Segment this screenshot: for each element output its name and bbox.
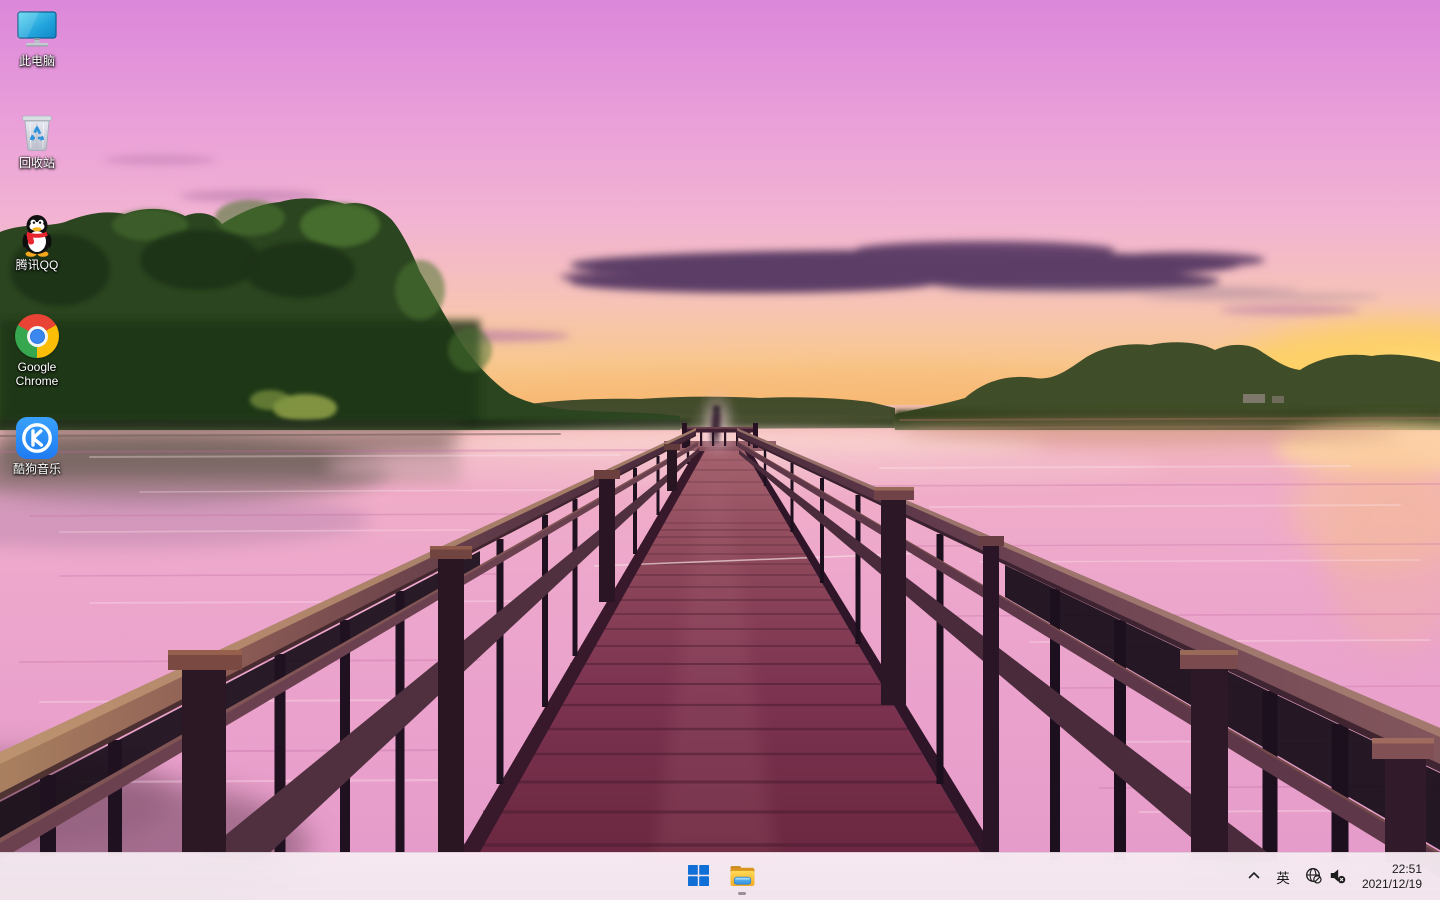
desktop-icon-kugou-music[interactable]: 酷狗音乐 bbox=[0, 414, 74, 508]
desktop-wallpaper bbox=[0, 0, 1440, 900]
kugou-k-icon bbox=[13, 414, 61, 462]
file-explorer-button[interactable] bbox=[722, 857, 762, 897]
explorer-running-indicator bbox=[738, 892, 746, 895]
windows-desktop: { "desktop": { "icons": [ { "id": "this-… bbox=[0, 0, 1440, 900]
monitor-icon bbox=[13, 6, 61, 54]
ime-indicator[interactable]: 英 bbox=[1268, 857, 1298, 897]
tray-time: 22:51 bbox=[1392, 862, 1422, 877]
desktop-icon-recycle-bin[interactable]: 回收站 bbox=[0, 108, 74, 202]
qq-penguin-icon bbox=[13, 210, 61, 258]
recycle-bin-icon bbox=[13, 108, 61, 156]
tray-chevron-button[interactable] bbox=[1240, 857, 1268, 897]
clock[interactable]: 22:51 2021/12/19 bbox=[1354, 857, 1424, 897]
tray-date: 2021/12/19 bbox=[1362, 877, 1422, 892]
desktop-icon-column: 此电脑 回收站 bbox=[0, 6, 74, 516]
chevron-up-icon bbox=[1246, 868, 1262, 887]
desktop-icon-tencent-qq[interactable]: 腾讯QQ bbox=[0, 210, 74, 304]
icon-label: 此电脑 bbox=[19, 55, 55, 69]
lakeside-building bbox=[1243, 394, 1265, 403]
chrome-icon bbox=[13, 312, 61, 360]
file-explorer-icon bbox=[729, 862, 756, 892]
icon-label: 回收站 bbox=[19, 157, 55, 171]
icon-label: 腾讯QQ bbox=[16, 259, 59, 273]
taskbar: 英 22:51 bbox=[0, 852, 1440, 900]
system-tray: 英 22:51 bbox=[1240, 853, 1440, 900]
quick-settings-button[interactable] bbox=[1298, 857, 1354, 897]
windows-logo-icon bbox=[688, 865, 709, 889]
desktop-icon-google-chrome[interactable]: Google Chrome bbox=[0, 312, 74, 406]
start-button[interactable] bbox=[678, 857, 718, 897]
volume-muted-icon bbox=[1329, 867, 1346, 887]
network-no-internet-icon bbox=[1305, 867, 1322, 887]
taskbar-center-group bbox=[678, 853, 762, 900]
ime-language-label: 英 bbox=[1276, 867, 1290, 887]
desktop-icon-this-pc[interactable]: 此电脑 bbox=[0, 6, 74, 100]
icon-label: 酷狗音乐 bbox=[13, 463, 61, 477]
icon-label: Google Chrome bbox=[1, 361, 73, 389]
